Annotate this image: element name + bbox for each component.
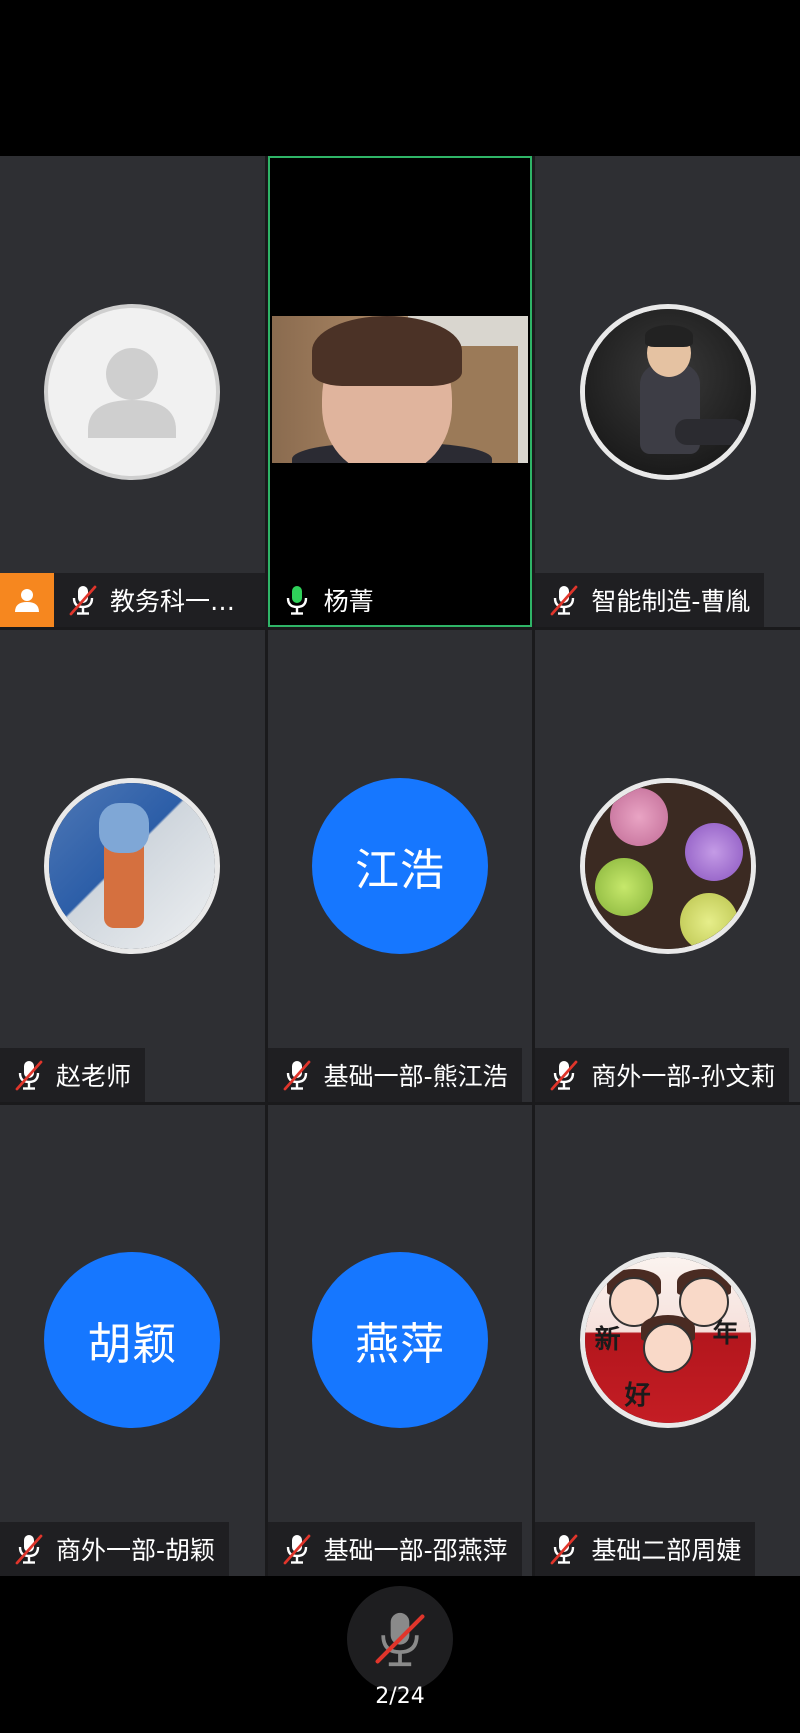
participant-label: 赵老师 <box>0 1047 146 1102</box>
participant-label: 教务科一… <box>0 573 265 628</box>
participant-name: 商外一部-孙文莉 <box>591 1061 776 1091</box>
page-indicator: 2/24 <box>375 1684 425 1709</box>
participant-tile[interactable]: 燕萍 基础一部-邵燕萍 <box>267 1104 533 1576</box>
mic-muted-icon <box>14 1533 44 1565</box>
art-text: 年 <box>712 1319 739 1350</box>
participant-label: 杨菁 <box>268 573 388 627</box>
art-text: 好 <box>624 1381 651 1412</box>
host-badge-icon <box>0 573 54 628</box>
mic-muted-icon <box>282 1059 312 1091</box>
participant-name: 杨菁 <box>323 587 374 617</box>
participant-label: 基础一部-熊江浩 <box>267 1047 522 1102</box>
mic-muted-icon <box>14 1059 44 1091</box>
mic-muted-icon <box>549 584 579 616</box>
mic-muted-icon <box>549 1533 579 1565</box>
art-text: 新 <box>594 1325 621 1356</box>
participant-tile[interactable]: 智能制造-曹胤 <box>535 156 800 628</box>
participant-tile[interactable]: 江浩 基础一部-熊江浩 <box>267 630 533 1102</box>
participant-tile[interactable]: 胡颖 商外一部-胡颖 <box>0 1104 265 1576</box>
photo-avatar <box>579 303 756 480</box>
participant-tile[interactable]: 赵老师 <box>0 630 265 1102</box>
participant-label: 商外一部-胡颖 <box>0 1522 230 1576</box>
video-grid: 教务科一… 杨菁 智能制造-曹胤 赵老师 江浩 基础一部-熊江浩 商外一部-孙文… <box>0 156 800 1576</box>
default-avatar <box>44 303 221 480</box>
mic-muted-icon <box>68 584 98 616</box>
participant-tile[interactable]: 新 年 好 基础二部周婕 <box>535 1104 800 1576</box>
text-avatar: 胡颖 <box>44 1252 221 1429</box>
participant-name: 赵老师 <box>56 1061 132 1091</box>
participant-tile[interactable]: 商外一部-孙文莉 <box>535 630 800 1102</box>
mic-muted-icon <box>282 1533 312 1565</box>
participant-tile-active-speaker[interactable]: 杨菁 <box>267 156 533 628</box>
photo-avatar: 新 年 好 <box>579 1252 756 1429</box>
bottom-bar: 2/24 <box>0 1576 800 1733</box>
mic-active-icon <box>282 584 312 616</box>
participant-name: 教务科一… <box>110 587 236 617</box>
participant-name: 智能制造-曹胤 <box>591 587 751 617</box>
mic-muted-icon <box>549 1059 579 1091</box>
self-mute-button[interactable] <box>347 1586 453 1692</box>
participant-name: 基础一部-邵燕萍 <box>323 1536 508 1565</box>
text-avatar: 江浩 <box>311 777 488 954</box>
participant-video <box>271 316 529 463</box>
participant-name: 商外一部-胡颖 <box>56 1536 216 1565</box>
participant-label: 智能制造-曹胤 <box>535 573 765 628</box>
participant-label: 基础二部周婕 <box>535 1522 756 1576</box>
participant-tile[interactable]: 教务科一… <box>0 156 265 628</box>
text-avatar: 燕萍 <box>311 1252 488 1429</box>
photo-avatar <box>579 777 756 954</box>
person-silhouette-icon <box>88 347 177 438</box>
mic-muted-icon <box>375 1612 425 1667</box>
photo-avatar <box>44 777 221 954</box>
participant-label: 基础一部-邵燕萍 <box>267 1522 522 1576</box>
participant-label: 商外一部-孙文莉 <box>535 1047 790 1102</box>
participant-name: 基础一部-熊江浩 <box>323 1061 508 1091</box>
participant-name: 基础二部周婕 <box>591 1536 742 1565</box>
